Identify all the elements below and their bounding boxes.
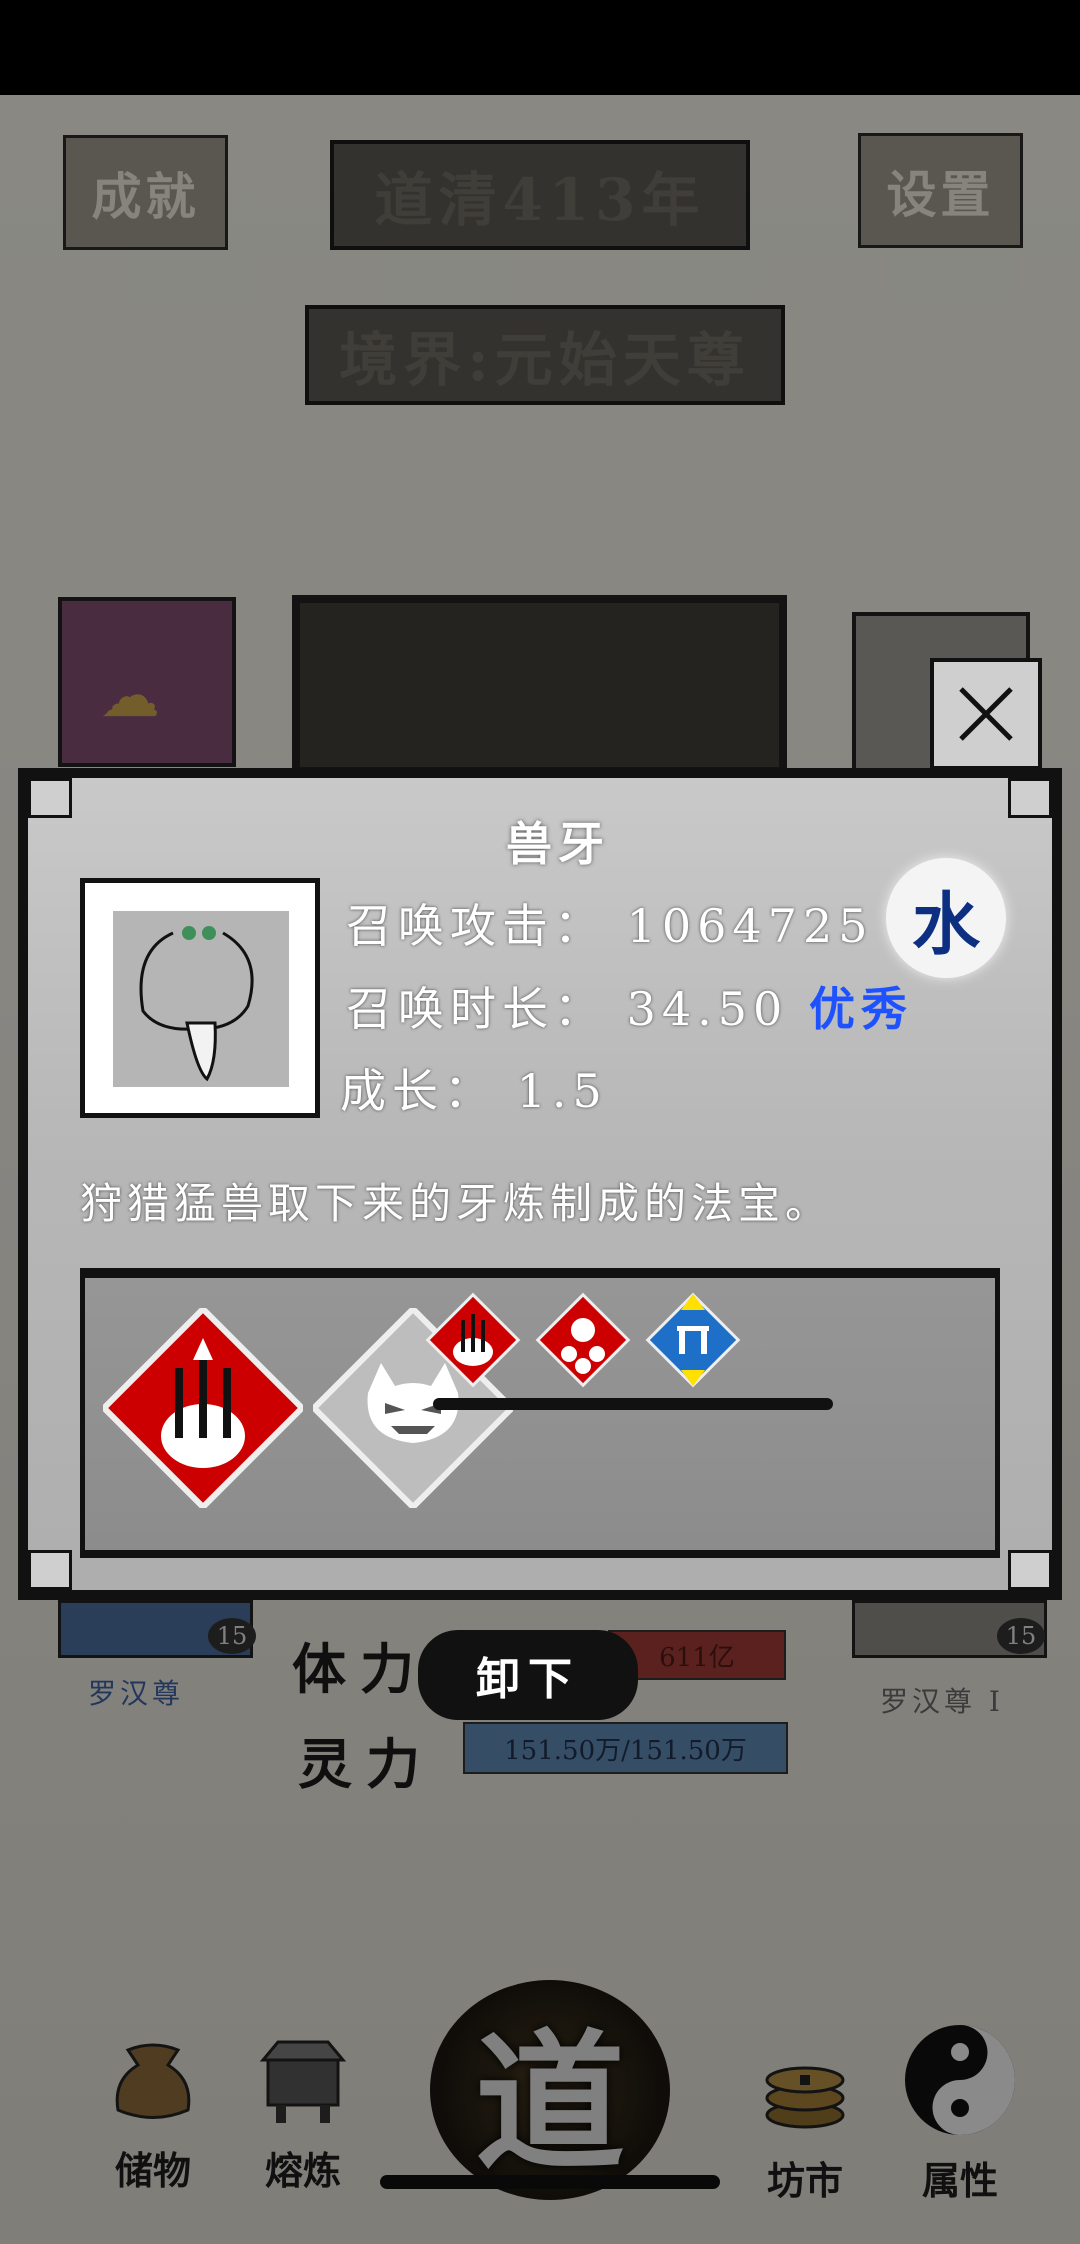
item-image-bg [113, 911, 289, 1087]
stat-sep: ： [444, 1064, 496, 1118]
status-bar [0, 0, 1080, 95]
close-icon [959, 687, 1013, 741]
stat-row-growth: 成长： 1.5 [340, 1055, 608, 1121]
summon-swords-small-icon[interactable] [423, 1290, 523, 1390]
skills-panel [80, 1268, 1000, 1558]
skills-divider [433, 1398, 833, 1410]
stat-sep: ： [554, 899, 606, 953]
stat-up-down-small-icon[interactable] [643, 1290, 743, 1390]
quality-grade: 优秀 [808, 982, 913, 1036]
stat-label: 召唤时长 [346, 982, 554, 1036]
dialog-corner-tr [1008, 778, 1052, 818]
unequip-button[interactable]: 卸下 [418, 1630, 638, 1720]
summon-swords-skill-icon[interactable] [103, 1308, 303, 1508]
stat-value: 1.5 [516, 1064, 608, 1118]
item-name: 兽牙 [506, 817, 610, 871]
summon-demons-small-icon[interactable] [533, 1290, 633, 1390]
dialog-corner-tl [28, 778, 72, 818]
stat-sep: ： [554, 982, 606, 1036]
water-element-badge: 水 [886, 858, 1006, 978]
stat-row-attack: 召唤攻击： 1064725 [346, 890, 874, 956]
dialog-corner-br [1008, 1550, 1052, 1590]
beast-fang-necklace-icon [139, 926, 254, 1082]
stat-value: 1064725 [626, 899, 874, 953]
stat-label: 召唤攻击 [346, 899, 554, 953]
close-button[interactable] [930, 658, 1042, 770]
stat-row-duration: 召唤时长： 34.50 优秀 [346, 973, 913, 1039]
item-image-frame [80, 878, 320, 1118]
stat-value: 34.50 [626, 982, 789, 1036]
item-detail-dialog: 兽牙 召唤攻击： 1064725 召唤时长： 34.50 优秀 成长： 1.5 … [18, 768, 1062, 1600]
item-description: 狩猎猛兽取下来的牙炼制成的法宝。 [80, 1179, 833, 1228]
stat-label: 成长 [340, 1064, 444, 1118]
dialog-corner-bl [28, 1550, 72, 1590]
